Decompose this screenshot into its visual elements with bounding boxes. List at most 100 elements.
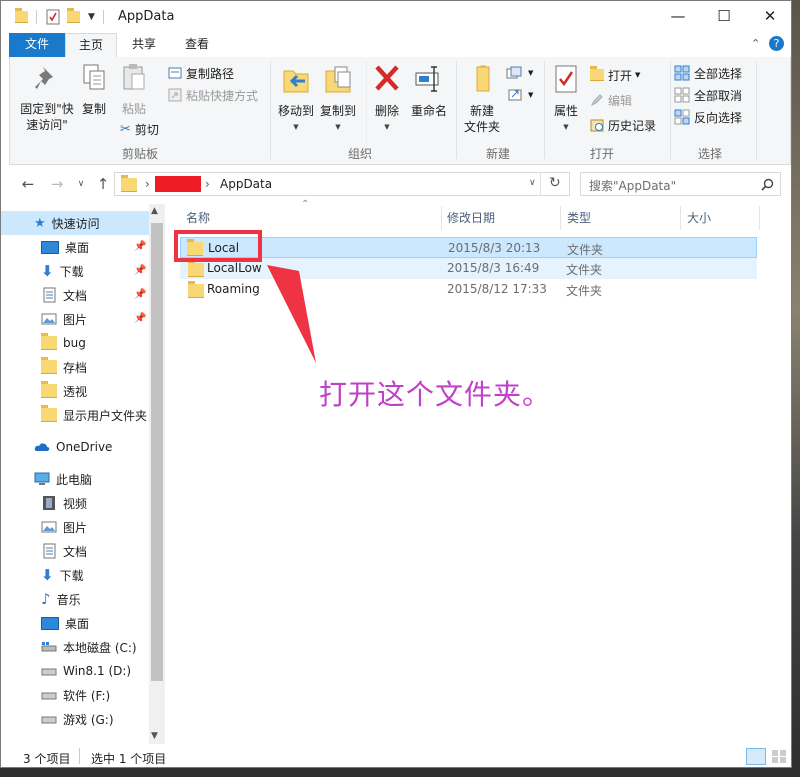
search-input[interactable]: 搜索"AppData" [589, 177, 676, 194]
back-button[interactable]: ← [18, 174, 38, 194]
redacted-path-segment [155, 176, 201, 192]
pin-icon[interactable]: 📌 [134, 241, 146, 252]
tab-share[interactable]: 共享 [121, 33, 167, 57]
open-button[interactable]: 打开 ▼ [590, 65, 640, 85]
easy-access-button[interactable]: ▼ [506, 85, 533, 105]
properties-button[interactable]: 属性 ▼ [548, 63, 584, 135]
tab-view[interactable]: 查看 [173, 33, 221, 57]
rename-button[interactable]: 重命名 [408, 63, 450, 119]
properties-icon[interactable] [45, 9, 61, 25]
new-folder-icon[interactable] [67, 8, 80, 23]
paste-button[interactable]: 粘贴 [116, 63, 152, 117]
tab-file[interactable]: 文件 [9, 33, 65, 57]
breadcrumb-current-folder[interactable]: AppData [220, 177, 272, 191]
address-history-chevron-icon[interactable]: ∨ [529, 178, 536, 188]
nav-item-desktop[interactable]: 桌面 [1, 235, 149, 259]
recent-locations-chevron-icon[interactable]: ∨ [71, 174, 91, 194]
scroll-up-arrow-icon[interactable]: ▲ [151, 206, 158, 216]
nav-item-music[interactable]: ♪ 音乐 [1, 587, 149, 611]
column-header-size[interactable]: 大小 [687, 207, 711, 229]
delete-icon [375, 65, 399, 91]
nav-item-videos[interactable]: 视频 [1, 491, 149, 515]
paste-shortcut-icon [168, 88, 182, 102]
maximize-button[interactable]: ☐ [701, 1, 747, 31]
quick-access-toolbar: ▼ [15, 8, 112, 26]
nav-item-drive-d[interactable]: Win8.1 (D:) [1, 659, 149, 683]
nav-item-drive-g[interactable]: 游戏 (G:) [1, 707, 149, 731]
nav-item-pc-downloads[interactable]: ⬇ 下载 [1, 563, 149, 587]
nav-item-pictures[interactable]: 图片 [1, 307, 149, 331]
close-button[interactable]: ✕ [747, 1, 791, 31]
pin-to-quick-access-button[interactable]: 固定到"快 速访问" [14, 63, 80, 133]
column-header-date[interactable]: 修改日期 [447, 207, 495, 229]
edit-button[interactable]: 编辑 [590, 90, 632, 110]
cut-label: 剪切 [134, 122, 159, 137]
nav-item-perspective[interactable]: 透视 [1, 379, 149, 403]
scrollbar-thumb[interactable] [151, 223, 163, 681]
pin-icon[interactable]: 📌 [134, 265, 146, 276]
invert-selection-button[interactable]: 反向选择 [674, 107, 742, 127]
nav-item-downloads[interactable]: ⬇ 下载 [1, 259, 149, 283]
nav-item-label: 音乐 [56, 592, 81, 607]
pin-icon[interactable]: 📌 [134, 289, 146, 300]
refresh-icon[interactable]: ↻ [549, 175, 561, 191]
column-header-name[interactable]: 名称 [186, 207, 210, 229]
nav-item-label: 桌面 [65, 616, 90, 631]
nav-item-show-user-folder[interactable]: 显示用户文件夹 [1, 403, 149, 427]
copy-label: 复制 [81, 102, 106, 116]
column-header-type[interactable]: 类型 [567, 207, 591, 229]
history-icon [590, 119, 604, 132]
tab-home[interactable]: 主页 [65, 33, 117, 57]
history-button[interactable]: 历史记录 [590, 115, 656, 135]
nav-item-pc-pictures[interactable]: 图片 [1, 515, 149, 539]
nav-item-this-pc[interactable]: 此电脑 [1, 467, 149, 491]
nav-item-pc-desktop[interactable]: 桌面 [1, 611, 149, 635]
pin-label: 固定到"快 速访问" [20, 102, 74, 132]
copy-path-button[interactable]: 复制路径 [168, 63, 234, 83]
breadcrumb-chevron-icon[interactable]: › [145, 177, 150, 191]
navigation-pane: ★ 快速访问 桌面 📌 ⬇ 下载 📌 文档 📌 图片 📌 bug 存档 透视 显… [1, 204, 149, 744]
select-none-button[interactable]: 全部取消 [674, 85, 742, 105]
nav-item-bug[interactable]: bug [1, 331, 149, 355]
nav-item-documents[interactable]: 文档 [1, 283, 149, 307]
nav-item-pc-documents[interactable]: 文档 [1, 539, 149, 563]
cut-button[interactable]: ✂ 剪切 [120, 119, 159, 139]
select-all-icon [674, 65, 690, 81]
large-icons-view-icon[interactable] [771, 749, 787, 764]
status-bar: 3 个项目 选中 1 个项目 [1, 744, 791, 767]
nav-item-drive-f[interactable]: 软件 (F:) [1, 683, 149, 707]
search-icon[interactable] [761, 178, 774, 191]
invert-selection-icon [674, 109, 690, 125]
copy-button[interactable]: 复制 [78, 63, 110, 117]
collapse-ribbon-chevron-icon[interactable]: ⌃ [751, 37, 760, 50]
nav-item-onedrive[interactable]: OneDrive [1, 435, 149, 459]
download-arrow-icon: ⬇ [41, 262, 54, 280]
new-item-button[interactable]: ▼ [506, 63, 533, 83]
nav-item-quick-access[interactable]: ★ 快速访问 [1, 211, 149, 235]
document-icon [43, 287, 56, 303]
pin-icon[interactable]: 📌 [134, 313, 146, 324]
nav-item-label: 图片 [63, 520, 88, 535]
details-view-icon[interactable] [746, 748, 766, 765]
customize-qa-chevron-icon[interactable]: ▼ [88, 12, 95, 22]
copy-to-button[interactable]: 复制到 ▼ [316, 63, 360, 135]
paste-shortcut-button[interactable]: 粘贴快捷方式 [168, 85, 258, 105]
up-button[interactable]: ↑ [93, 174, 113, 194]
paste-label: 粘贴 [121, 102, 146, 116]
pointer-arrow [267, 265, 316, 363]
address-bar[interactable]: › › AppData ∨ ↻ [114, 172, 570, 196]
nav-item-drive-c[interactable]: 本地磁盘 (C:) [1, 635, 149, 659]
nav-item-label: 游戏 (G:) [63, 712, 114, 727]
annotation-text: 打开这个文件夹。 [319, 378, 552, 411]
forward-button[interactable]: → [47, 174, 67, 194]
move-to-button[interactable]: 移动到 ▼ [274, 63, 318, 135]
help-icon[interactable]: ? [769, 36, 784, 51]
select-all-button[interactable]: 全部选择 [674, 63, 742, 83]
minimize-button[interactable]: — [655, 1, 701, 31]
scroll-down-arrow-icon[interactable]: ▼ [151, 731, 158, 741]
search-box[interactable]: 搜索"AppData" [580, 172, 781, 196]
new-folder-button[interactable]: 新建 文件夹 [460, 63, 504, 135]
nav-item-archive[interactable]: 存档 [1, 355, 149, 379]
breadcrumb-chevron-icon[interactable]: › [205, 177, 210, 191]
delete-button[interactable]: 删除 ▼ [370, 63, 404, 135]
